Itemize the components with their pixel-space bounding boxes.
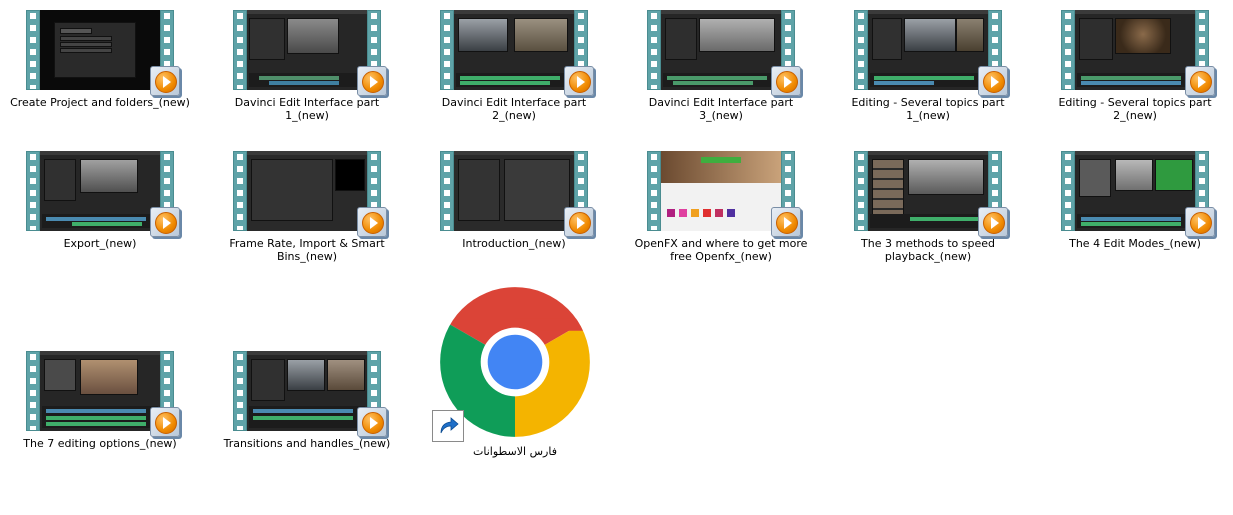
video-frame [1075,151,1195,231]
filmstrip-left [440,151,454,231]
play-icon [564,207,594,237]
video-file-item[interactable]: Transitions and handles_(new) [217,343,397,473]
filmstrip-left [854,10,868,90]
play-icon [771,66,801,96]
play-icon [771,207,801,237]
play-icon [357,66,387,96]
video-frame [247,10,367,90]
video-thumbnail [854,151,1008,237]
file-label: Export_(new) [63,237,137,250]
video-file-item[interactable]: Export_(new) [10,143,190,273]
play-icon [564,66,594,96]
play-icon [1185,207,1215,237]
chrome-shortcut-item[interactable]: فارس الاسطوانات [425,280,605,460]
play-icon [978,207,1008,237]
shortcut-label: فارس الاسطوانات [473,445,557,458]
file-label: Davinci Edit Interface part 2_(new) [441,96,587,122]
filmstrip-left [647,151,661,231]
video-file-item[interactable]: OpenFX and where to get more free Openfx… [631,143,811,273]
video-file-item[interactable]: The 4 Edit Modes_(new) [1045,143,1225,273]
play-icon [1185,66,1215,96]
video-frame [868,10,988,90]
video-thumbnail [26,10,180,96]
file-label: The 3 methods to speed playback_(new) [861,237,995,263]
video-thumbnail [233,351,387,437]
play-icon [978,66,1008,96]
video-frame [247,151,367,231]
video-frame [247,351,367,431]
video-thumbnail [647,10,801,96]
video-frame [40,351,160,431]
file-label: Editing - Several topics part 1_(new) [851,96,1005,122]
play-icon [357,207,387,237]
file-label: Introduction_(new) [462,237,566,250]
file-label: OpenFX and where to get more free Openfx… [634,237,808,263]
video-frame [40,10,160,90]
video-frame [661,151,781,231]
filmstrip-left [854,151,868,231]
play-icon [150,207,180,237]
video-file-item[interactable]: Frame Rate, Import & Smart Bins_(new) [217,143,397,273]
video-frame [868,151,988,231]
filmstrip-left [233,10,247,90]
filmstrip-left [233,351,247,431]
video-frame [661,10,781,90]
video-file-item[interactable]: Editing - Several topics part 1_(new) [838,2,1018,132]
video-file-item[interactable]: Introduction_(new) [424,143,604,273]
file-label: Transitions and handles_(new) [223,437,391,450]
video-thumbnail [440,10,594,96]
shortcut-arrow-icon [432,410,464,442]
filmstrip-left [26,351,40,431]
file-label: Editing - Several topics part 2_(new) [1058,96,1212,122]
filmstrip-left [1061,10,1075,90]
play-icon [150,407,180,437]
filmstrip-left [233,151,247,231]
video-thumbnail [1061,151,1215,237]
filmstrip-left [1061,151,1075,231]
video-thumbnail [233,10,387,96]
video-frame [454,151,574,231]
file-label: The 4 Edit Modes_(new) [1069,237,1201,250]
video-thumbnail [26,151,180,237]
file-label: The 7 editing options_(new) [23,437,177,450]
video-file-item[interactable]: The 7 editing options_(new) [10,343,190,473]
video-thumbnail [1061,10,1215,96]
video-frame [454,10,574,90]
file-label: Create Project and folders_(new) [10,96,190,109]
video-file-item[interactable]: Davinci Edit Interface part 3_(new) [631,2,811,132]
file-label: Davinci Edit Interface part 1_(new) [234,96,380,122]
video-thumbnail [440,151,594,237]
video-thumbnail [854,10,1008,96]
file-label: Davinci Edit Interface part 3_(new) [648,96,794,122]
file-label: Frame Rate, Import & Smart Bins_(new) [229,237,385,263]
filmstrip-left [26,10,40,90]
video-frame [40,151,160,231]
video-file-item[interactable]: Create Project and folders_(new) [10,2,190,132]
video-file-item[interactable]: Davinci Edit Interface part 2_(new) [424,2,604,132]
video-thumbnail [647,151,801,237]
video-file-item[interactable]: The 3 methods to speed playback_(new) [838,143,1018,273]
filmstrip-left [440,10,454,90]
video-thumbnail [233,151,387,237]
video-file-item[interactable]: Davinci Edit Interface part 1_(new) [217,2,397,132]
filmstrip-left [26,151,40,231]
video-file-item[interactable]: Editing - Several topics part 2_(new) [1045,2,1225,132]
video-frame [1075,10,1195,90]
filmstrip-left [647,10,661,90]
video-thumbnail [26,351,180,437]
play-icon [150,66,180,96]
play-icon [357,407,387,437]
